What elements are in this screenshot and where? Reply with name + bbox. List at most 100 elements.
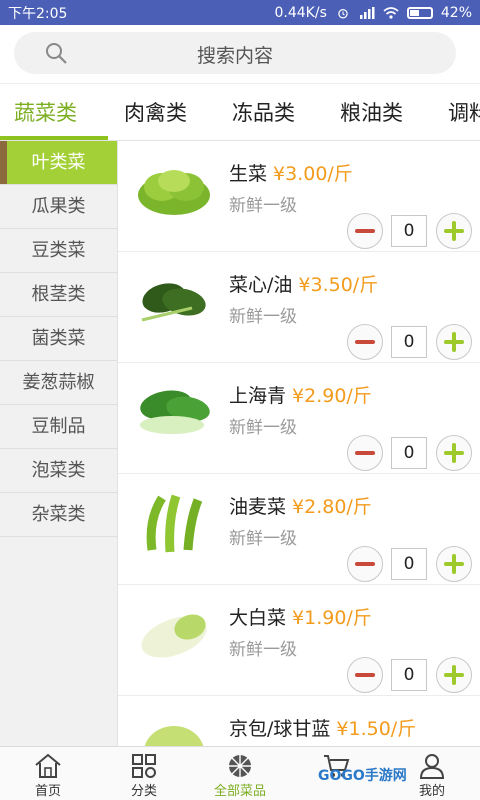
wifi-icon [383, 6, 399, 19]
decrease-button[interactable] [347, 546, 383, 582]
signal-icon [359, 6, 375, 19]
decrease-button[interactable] [347, 213, 383, 249]
napa-cabbage-image [141, 614, 207, 658]
watermark-logo: GOGO手游网 [318, 768, 407, 784]
product-name: 油麦菜 [229, 496, 287, 518]
increase-button[interactable] [436, 324, 472, 360]
search-input[interactable]: 搜索内容 [14, 32, 456, 74]
product-row[interactable]: 油麦菜 ¥2.80/斤 新鲜一级 0 [118, 474, 480, 585]
increase-button[interactable] [436, 657, 472, 693]
product-price: ¥3.50/斤 [298, 274, 379, 296]
sidebar-item-tofu[interactable]: 豆制品 [0, 405, 117, 449]
sidebar-item-leafy[interactable]: 叶类菜 [0, 141, 117, 185]
sidebar-item-label: 泡菜类 [31, 460, 86, 481]
product-name: 上海青 [229, 385, 287, 407]
product-name: 京包/球甘蓝 [229, 718, 331, 740]
product-row[interactable]: 京包/球甘蓝 ¥1.50/斤 [118, 696, 480, 746]
battery-icon [406, 6, 433, 19]
sidebar-item-label: 瓜果类 [31, 196, 86, 217]
cabbage-image [144, 726, 204, 746]
increase-button[interactable] [436, 435, 472, 471]
product-grade: 新鲜一级 [229, 640, 297, 660]
battery-percent: 42% [440, 4, 472, 21]
quantity-field[interactable]: 0 [391, 548, 427, 580]
product-title: 生菜 ¥3.00/斤 [229, 159, 353, 186]
tab-meat-poultry[interactable]: 肉禽类 [124, 97, 187, 127]
category-tabs: 蔬菜类 肉禽类 冻品类 粮油类 调料 [0, 83, 480, 141]
bok-choy-image [140, 390, 210, 434]
sidebar-item-label: 杂菜类 [31, 504, 86, 525]
sidebar-item-misc[interactable]: 杂菜类 [0, 493, 117, 537]
sidebar-item-pickles[interactable]: 泡菜类 [0, 449, 117, 493]
alarm-icon [338, 8, 348, 18]
user-icon [419, 754, 445, 779]
sidebar-item-beans[interactable]: 豆类菜 [0, 229, 117, 273]
sidebar-item-label: 根茎类 [31, 284, 86, 305]
quantity-field[interactable]: 0 [391, 326, 427, 358]
product-title: 油麦菜 ¥2.80/斤 [229, 492, 372, 519]
product-grade: 新鲜一级 [229, 307, 297, 327]
bottom-nav: 首页 分类 全部菜品 我的 [0, 746, 480, 800]
sidebar-item-label: 菌类菜 [31, 328, 86, 349]
sidebar-item-label: 姜葱蒜椒 [22, 372, 95, 393]
product-price: ¥3.00/斤 [273, 163, 353, 185]
tab-seasoning[interactable]: 调料 [448, 97, 480, 127]
product-price: ¥1.50/斤 [336, 718, 417, 740]
quantity-field[interactable]: 0 [391, 215, 427, 247]
sidebar-item-root[interactable]: 根茎类 [0, 273, 117, 317]
sidebar-item-label: 豆制品 [31, 416, 86, 437]
quantity-field[interactable]: 0 [391, 437, 427, 469]
product-price: ¥2.90/斤 [292, 385, 372, 407]
decrease-button[interactable] [347, 324, 383, 360]
product-name: 菜心/油 [229, 274, 293, 296]
active-marker [0, 141, 7, 184]
tab-vegetables[interactable]: 蔬菜类 [14, 97, 77, 127]
product-title: 京包/球甘蓝 ¥1.50/斤 [229, 714, 416, 741]
decrease-button[interactable] [347, 657, 383, 693]
category-icon [132, 754, 156, 778]
search-bar: 搜索内容 [0, 25, 480, 83]
status-right: 0.44K/s 42% [275, 5, 473, 21]
product-list: 生菜 ¥3.00/斤 新鲜一级 0 菜心/油 ¥3.50/斤 新鲜一级 0 上海… [118, 141, 480, 746]
lettuce-image [138, 170, 210, 215]
product-price: ¥2.80/斤 [292, 496, 372, 518]
tab-frozen[interactable]: 冻品类 [232, 97, 295, 127]
product-grade: 新鲜一级 [229, 418, 297, 438]
increase-button[interactable] [436, 213, 472, 249]
product-row[interactable]: 生菜 ¥3.00/斤 新鲜一级 0 [118, 141, 480, 252]
nav-all-dishes[interactable]: 全部菜品 [192, 747, 288, 800]
tab-active-indicator [0, 136, 108, 140]
product-grade: 新鲜一级 [229, 196, 297, 216]
nav-home[interactable]: 首页 [0, 747, 96, 800]
product-row[interactable]: 大白菜 ¥1.90/斤 新鲜一级 0 [118, 585, 480, 696]
status-bar: 下午2:05 0.44K/s 42% [0, 0, 480, 25]
product-grade: 新鲜一级 [229, 529, 297, 549]
product-title: 上海青 ¥2.90/斤 [229, 381, 372, 408]
sidebar-item-label: 叶类菜 [31, 152, 86, 173]
status-time: 下午2:05 [8, 5, 68, 22]
product-name: 大白菜 [229, 607, 287, 629]
product-title: 大白菜 ¥1.90/斤 [229, 603, 372, 630]
nav-label: 首页 [34, 784, 61, 799]
network-speed: 0.44K/s [274, 4, 327, 21]
all-dishes-icon [229, 755, 251, 777]
decrease-button[interactable] [347, 435, 383, 471]
product-title: 菜心/油 ¥3.50/斤 [229, 270, 378, 297]
increase-button[interactable] [436, 546, 472, 582]
tab-grain-oil[interactable]: 粮油类 [340, 97, 403, 127]
sidebar-item-mushroom[interactable]: 菌类菜 [0, 317, 117, 361]
nav-label: 分类 [130, 784, 157, 799]
subcategory-sidebar: 叶类菜 瓜果类 豆类菜 根茎类 菌类菜 姜葱蒜椒 豆制品 泡菜类 杂菜类 [0, 141, 118, 746]
quantity-field[interactable]: 0 [391, 659, 427, 691]
app-screen: 下午2:05 0.44K/s 42% 搜索内容 蔬菜类 肉禽类 冻品类 粮油类 … [0, 0, 480, 800]
product-price: ¥1.90/斤 [292, 607, 372, 629]
a-choy-image [146, 494, 203, 553]
home-icon [35, 753, 61, 778]
nav-category[interactable]: 分类 [96, 747, 192, 800]
nav-label: 全部菜品 [213, 784, 266, 799]
product-row[interactable]: 上海青 ¥2.90/斤 新鲜一级 0 [118, 363, 480, 474]
sidebar-item-aromatics[interactable]: 姜葱蒜椒 [0, 361, 117, 405]
product-row[interactable]: 菜心/油 ¥3.50/斤 新鲜一级 0 [118, 252, 480, 363]
sidebar-item-melon-fruit[interactable]: 瓜果类 [0, 185, 117, 229]
sidebar-item-label: 豆类菜 [31, 240, 86, 261]
